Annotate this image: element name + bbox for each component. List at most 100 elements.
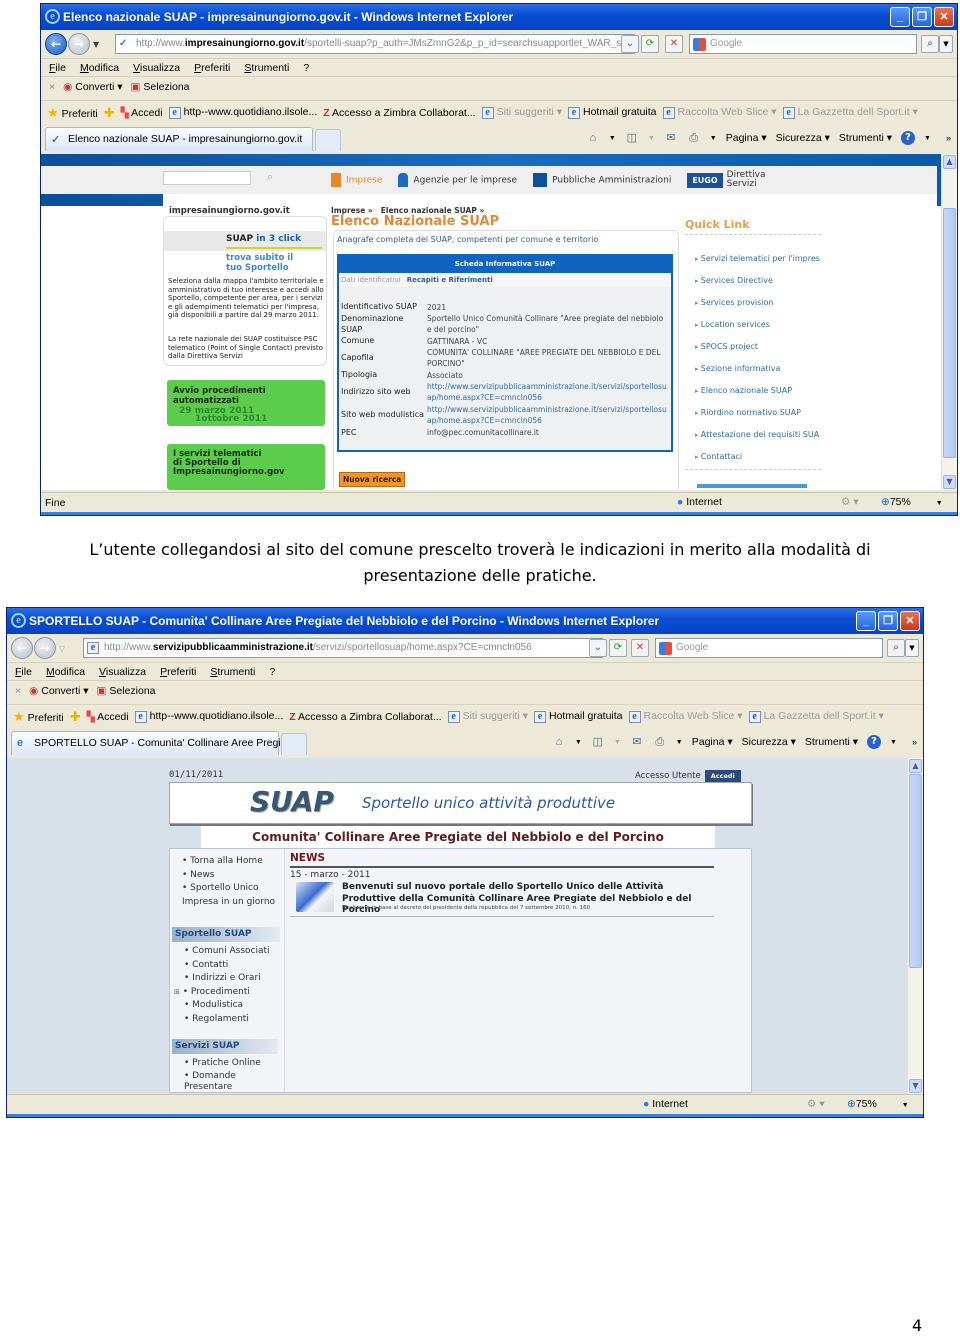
stop-button[interactable]: ✕	[665, 35, 683, 53]
nav-imprese[interactable]: Imprese	[331, 173, 382, 187]
menu-item[interactable]: • Indirizzi e Orari	[184, 972, 284, 986]
scroll-thumb[interactable]	[909, 774, 922, 968]
more-chevron-icon[interactable]: »	[946, 133, 951, 143]
menu-item[interactable]: • Regolamenti	[184, 1013, 284, 1027]
menu-help[interactable]: ?	[303, 62, 309, 74]
search-button[interactable]: ⌕	[887, 639, 905, 657]
refresh-button[interactable]: ⟳	[609, 639, 627, 657]
menu-favorites[interactable]: Preferiti	[194, 62, 230, 74]
scroll-thumb[interactable]	[943, 208, 956, 458]
fav-item[interactable]: e http--www.quotidiano.ilsole...	[134, 710, 283, 723]
menu-edit[interactable]: Modifica	[80, 62, 119, 74]
back-button[interactable]: ←	[11, 637, 33, 659]
search-input[interactable]: Google	[655, 638, 883, 658]
home-icon[interactable]: ⌂	[552, 736, 566, 749]
address-dropdown-button[interactable]: ⌄	[621, 35, 639, 53]
search-options-button[interactable]: ▼	[939, 35, 953, 53]
fav-item[interactable]: e Raccolta Web Slice ▾	[662, 106, 777, 119]
minimize-button[interactable]: _	[856, 611, 876, 631]
protected-mode-icon[interactable]: ⚙ ▾	[841, 496, 859, 508]
scroll-down-icon[interactable]: ▼	[943, 475, 956, 489]
quick-link-banner[interactable]	[697, 484, 807, 488]
website-link[interactable]: http://www.servizipubblicaamministrazion…	[427, 381, 667, 403]
menu-item[interactable]: • Domande Presentare	[184, 1071, 244, 1093]
menu-item[interactable]: • Modulistica	[184, 999, 284, 1013]
forward-button[interactable]: →	[34, 637, 56, 659]
scroll-up-icon[interactable]: ▲	[943, 155, 956, 169]
close-button[interactable]: ✕	[934, 7, 954, 27]
address-bar[interactable]: ✓ http://www.impresainungiorno.gov.it/sp…	[115, 34, 635, 54]
expand-icon[interactable]: ⊞	[174, 988, 180, 996]
tools-menu[interactable]: Strumenti ▾	[805, 736, 858, 748]
quick-link[interactable]: Services provision	[695, 298, 825, 320]
quick-link[interactable]: Sezione informativa	[695, 364, 825, 386]
site-search-input[interactable]	[163, 171, 251, 185]
protected-mode-icon[interactable]: ⚙ ▾	[807, 1098, 825, 1110]
menu-view[interactable]: Visualizza	[133, 62, 180, 74]
fav-item[interactable]: e La Gazzetta dell Sport.it ▾	[782, 106, 918, 119]
fav-item[interactable]: e La Gazzetta dell Sport.it ▾	[748, 710, 884, 723]
restore-button[interactable]: ❐	[878, 611, 898, 631]
back-button[interactable]: ←	[45, 33, 67, 55]
fav-item[interactable]: Z Accesso a Zimbra Collaborat...	[323, 107, 475, 119]
more-chevron-icon[interactable]: »	[912, 737, 917, 747]
fav-item[interactable]: ▚ Accedi	[87, 711, 129, 723]
help-icon[interactable]: ?	[901, 131, 916, 145]
security-menu[interactable]: Sicurezza ▾	[776, 132, 830, 144]
search-options-button[interactable]: ▼	[905, 639, 919, 657]
nav-agenzie[interactable]: Agenzie per le imprese	[398, 173, 517, 187]
history-dropdown-icon[interactable]: ▼	[93, 40, 99, 49]
convert-button[interactable]: ◉ Converti ▾	[29, 685, 88, 697]
browser-tab-active[interactable]: ✓ Elenco nazionale SUAP - impresainungio…	[45, 127, 313, 151]
page-menu[interactable]: Pagina ▾	[692, 736, 733, 748]
menu-item[interactable]: • Pratiche Online	[184, 1057, 284, 1071]
address-bar[interactable]: e http://www.servizipubblicaamministrazi…	[83, 638, 603, 658]
select-button[interactable]: ▣ Seleziona	[131, 81, 190, 93]
suap-promo-box[interactable]: SUAP in 3 click trova subito il tuo Spor…	[163, 216, 327, 366]
add-favorite-icon[interactable]: ✚	[70, 709, 81, 725]
fav-item[interactable]: e Siti suggeriti ▾	[481, 106, 562, 119]
address-dropdown-button[interactable]: ⌄	[589, 639, 607, 657]
print-icon[interactable]: ⎙	[687, 132, 701, 145]
add-favorite-icon[interactable]: ✚	[104, 105, 115, 121]
zoom-level[interactable]: ⊕75% ▼	[881, 496, 943, 508]
print-icon[interactable]: ⎙	[653, 736, 667, 749]
menu-view[interactable]: Visualizza	[99, 666, 146, 678]
refresh-button[interactable]: ⟳	[641, 35, 659, 53]
menu-tools[interactable]: Strumenti	[244, 62, 289, 74]
new-search-button[interactable]: Nuova ricerca	[339, 472, 406, 487]
mail-icon[interactable]: ✉	[630, 736, 644, 749]
scroll-down-icon[interactable]: ▼	[909, 1079, 922, 1093]
forms-website-link[interactable]: http://www.servizipubblicaamministrazion…	[427, 404, 667, 426]
menu-help[interactable]: ?	[269, 666, 275, 678]
menu-file[interactable]: File	[15, 666, 32, 678]
minimize-button[interactable]: _	[890, 7, 910, 27]
vertical-scrollbar[interactable]: ▲ ▼	[941, 154, 957, 490]
zoom-level[interactable]: ⊕75% ▼	[847, 1098, 909, 1110]
quick-link[interactable]: Services Directive	[695, 276, 825, 298]
tools-menu[interactable]: Strumenti ▾	[839, 132, 892, 144]
scroll-up-icon[interactable]: ▲	[909, 759, 922, 773]
menu-item[interactable]: • Contatti	[184, 959, 284, 973]
promo-servizi-telematici[interactable]: I servizi telematici di Sportello di Imp…	[167, 444, 325, 490]
history-dropdown-icon[interactable]: ▽	[59, 644, 65, 653]
quick-link[interactable]: Riordino normativo SUAP	[695, 408, 825, 430]
tab-recapiti[interactable]: Recapiti e Riferimenti	[407, 276, 493, 284]
menu-edit[interactable]: Modifica	[46, 666, 85, 678]
favorites-button[interactable]: ★ Preferiti	[13, 709, 64, 725]
nav-impresa-in-un-giorno[interactable]: • Sportello Unico Impresa in un giorno	[182, 882, 276, 909]
security-menu[interactable]: Sicurezza ▾	[742, 736, 796, 748]
forward-button[interactable]: →	[68, 33, 90, 55]
fav-item[interactable]: ▚ Accedi	[121, 107, 163, 119]
vertical-scrollbar[interactable]: ▲ ▼	[907, 758, 923, 1094]
menu-favorites[interactable]: Preferiti	[160, 666, 196, 678]
help-icon[interactable]: ?	[867, 735, 882, 749]
fav-item[interactable]: Z Accesso a Zimbra Collaborat...	[289, 711, 441, 723]
nav-home[interactable]: • Torna alla Home	[182, 855, 282, 869]
tab-dati-identificativi[interactable]: Dati identificativi	[341, 276, 401, 284]
nav-pa[interactable]: Pubbliche Amministrazioni	[533, 173, 671, 187]
page-menu[interactable]: Pagina ▾	[726, 132, 767, 144]
promo-avvio-procedimenti[interactable]: Avvio procedimenti automatizzati 29 marz…	[167, 380, 325, 426]
new-tab-button[interactable]	[281, 733, 307, 755]
quick-link[interactable]: Elenco nazionale SUAP	[695, 386, 825, 408]
